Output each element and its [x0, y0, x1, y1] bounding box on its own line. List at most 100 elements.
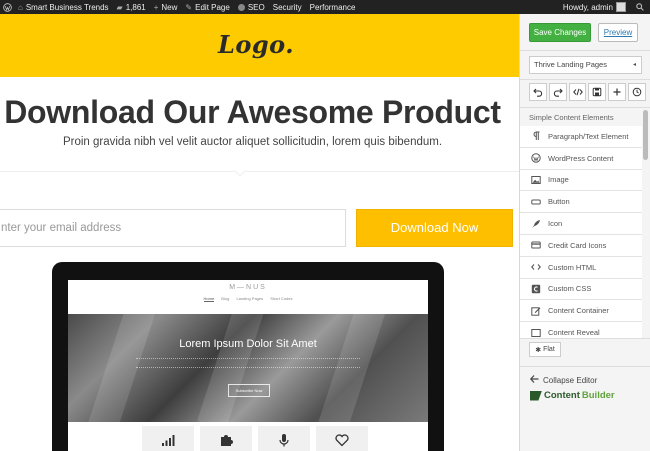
performance-link[interactable]: Performance — [306, 0, 360, 14]
mockup-nav-item: Short Codes — [270, 296, 293, 301]
element-label: Custom CSS — [548, 284, 592, 294]
laptop-mockup-image[interactable]: M—NUS Home Blog Landing Pages Short Code… — [52, 262, 444, 451]
mockup-nav-item: Home — [203, 296, 215, 302]
paragraph-icon — [530, 130, 542, 142]
save-template-icon[interactable] — [588, 83, 607, 101]
image-icon — [530, 174, 542, 186]
element-custom-html[interactable]: Custom HTML — [520, 256, 642, 279]
mockup-nav: Home Blog Landing Pages Short Codes — [68, 296, 428, 302]
editor-canvas[interactable]: Logo. Download Our Awesome Product Proin… — [0, 14, 519, 451]
element-custom-css[interactable]: Custom CSS — [520, 278, 642, 301]
wordpress-icon — [530, 152, 542, 164]
flat-style-button[interactable]: ✱ Flat — [529, 342, 561, 357]
email-field[interactable]: nter your email address — [0, 209, 346, 247]
plus-icon: + — [153, 2, 159, 12]
reveal-icon — [530, 327, 542, 338]
hero-texture — [197, 314, 269, 422]
home-icon: ⌂ — [18, 2, 23, 12]
security-link[interactable]: Security — [269, 0, 306, 14]
sidebar-divider — [520, 79, 650, 80]
download-now-button[interactable]: Download Now — [356, 209, 513, 247]
add-icon[interactable] — [608, 83, 627, 101]
brand-part-2: Builder — [581, 390, 615, 401]
search-icon[interactable] — [634, 0, 650, 14]
comments-link[interactable]: ▰ 1,861 — [113, 0, 150, 14]
credit-card-icon — [530, 239, 542, 251]
element-content-reveal[interactable]: Content Reveal — [520, 322, 642, 338]
sidebar-divider — [520, 338, 650, 339]
admin-bar: ⌂ Smart Business Trends ▰ 1,861 + New ✎ … — [0, 0, 650, 14]
element-image[interactable]: Image — [520, 169, 642, 192]
mockup-hero-text — [136, 358, 360, 368]
elements-section-title: Simple Content Elements — [529, 113, 614, 122]
sidebar-scrollbar[interactable] — [643, 110, 648, 160]
flat-label: Flat — [543, 346, 555, 353]
mockup-logo: M—NUS — [229, 284, 267, 291]
rocket-icon — [530, 218, 542, 230]
code-icon — [530, 261, 542, 273]
section-divider — [0, 171, 519, 172]
undo-icon[interactable] — [529, 83, 547, 101]
template-select[interactable]: Thrive Landing Pages ◂ — [529, 56, 642, 74]
element-label: Credit Card Icons — [548, 240, 607, 250]
element-wordpress-content[interactable]: WordPress Content — [520, 147, 642, 170]
logo-header-band[interactable]: Logo. — [0, 14, 519, 77]
comments-count: 1,861 — [125, 2, 146, 12]
admin-bar-right: Howdy, admin — [559, 0, 650, 14]
content-builder-mark-icon — [530, 390, 542, 401]
divider-arrow — [234, 165, 246, 177]
redo-icon[interactable] — [548, 83, 567, 101]
account-link[interactable]: Howdy, admin — [559, 0, 634, 14]
arrow-left-icon — [529, 375, 539, 385]
edit-page-label: Edit Page — [195, 2, 230, 12]
mockup-features — [142, 426, 382, 451]
mockup-hero: Lorem Ipsum Dolor Sit Amet Subscribe Now — [68, 314, 428, 422]
sidebar-divider — [520, 50, 650, 51]
mockup-nav-item: Blog — [221, 296, 230, 301]
new-label: New — [161, 2, 178, 12]
site-name-link[interactable]: ⌂ Smart Business Trends — [14, 0, 113, 14]
comment-icon: ▰ — [116, 2, 123, 12]
logo[interactable]: Logo. — [218, 30, 294, 59]
signal-bars-icon — [142, 426, 194, 451]
css-icon — [530, 283, 542, 295]
element-credit-card-icons[interactable]: Credit Card Icons — [520, 234, 642, 257]
history-icon[interactable] — [628, 83, 646, 101]
sidebar-divider — [520, 107, 650, 108]
element-icon[interactable]: Icon — [520, 213, 642, 235]
site-name-label: Smart Business Trends — [25, 2, 109, 12]
pencil-icon: ✎ — [185, 2, 193, 12]
element-button[interactable]: Button — [520, 191, 642, 214]
heart-icon — [316, 426, 368, 451]
seo-label: SEO — [247, 2, 265, 12]
element-list: Paragraph/Text Element WordPress Content… — [520, 126, 642, 338]
edit-icon — [530, 305, 542, 317]
edit-page-link[interactable]: ✎ Edit Page — [181, 0, 233, 14]
puzzle-icon — [200, 426, 252, 451]
collapse-editor-label: Collapse Editor — [543, 375, 598, 385]
element-label: Content Container — [548, 306, 609, 316]
wordpress-logo-icon[interactable] — [0, 0, 14, 14]
element-content-container[interactable]: Content Container — [520, 300, 642, 323]
sidebar-divider — [520, 366, 650, 367]
preview-button[interactable]: Preview — [598, 23, 638, 42]
collapse-editor-button[interactable]: Collapse Editor — [529, 375, 598, 385]
hero-texture — [87, 314, 159, 422]
element-label: Image — [548, 175, 569, 185]
editor-toolbar — [529, 83, 646, 101]
seo-link[interactable]: SEO — [234, 0, 269, 14]
element-paragraph[interactable]: Paragraph/Text Element — [520, 126, 642, 148]
asterisk-icon: ✱ — [535, 346, 542, 354]
code-icon[interactable] — [568, 83, 587, 101]
save-changes-button[interactable]: Save Changes — [529, 23, 591, 42]
new-content-link[interactable]: + New — [150, 0, 182, 14]
microphone-icon — [258, 426, 310, 451]
chevron-right-icon: ◂ — [632, 62, 636, 68]
page-headline[interactable]: Download Our Awesome Product — [0, 94, 505, 131]
avatar — [616, 2, 626, 12]
template-select-value: Thrive Landing Pages — [534, 60, 607, 69]
mockup-nav-item: Landing Pages — [236, 296, 264, 301]
laptop-screen: M—NUS Home Blog Landing Pages Short Code… — [68, 280, 428, 451]
page-subheadline[interactable]: Proin gravida nibh vel velit auctor aliq… — [0, 136, 505, 148]
element-label: Content Reveal — [548, 328, 600, 338]
